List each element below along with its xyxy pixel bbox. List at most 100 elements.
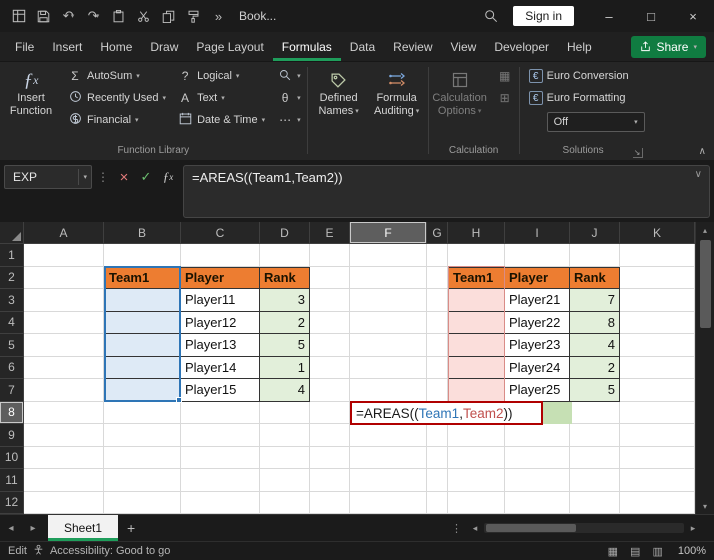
cell-B2[interactable]: Team1: [104, 266, 181, 289]
cell-B7[interactable]: [104, 379, 181, 402]
name-box-resizer[interactable]: ⋮: [97, 170, 109, 184]
euro-formatting-button[interactable]: € Euro Formatting: [525, 87, 645, 109]
cell-K1[interactable]: [620, 244, 695, 267]
cell-F5[interactable]: [350, 334, 427, 357]
row-header-5[interactable]: 5: [0, 334, 24, 357]
sheet-tab-sheet1[interactable]: Sheet1: [48, 515, 119, 541]
cell-C2[interactable]: Player: [181, 266, 260, 289]
cell-E9[interactable]: [310, 424, 350, 447]
cell-C3[interactable]: Player11: [181, 289, 260, 312]
recently-used-button[interactable]: Recently Used ▾: [63, 87, 170, 109]
tab-insert[interactable]: Insert: [43, 32, 91, 61]
formula-input[interactable]: =AREAS((Team1,Team2)) ∨: [183, 165, 710, 218]
cell-I2[interactable]: Player: [505, 266, 570, 289]
cell-I4[interactable]: Player22: [505, 311, 570, 334]
cell-J3[interactable]: 7: [570, 289, 620, 312]
cell-C5[interactable]: Player13: [181, 334, 260, 357]
cell-I12[interactable]: [505, 491, 570, 514]
formula-edit-box[interactable]: =AREAS((Team1, Team2)): [350, 401, 543, 425]
copy-button[interactable]: [156, 4, 181, 28]
sheet-nav-next-icon[interactable]: ▸: [22, 515, 44, 541]
col-header-K[interactable]: K: [620, 222, 695, 244]
cell-I10[interactable]: [505, 446, 570, 469]
cell-J4[interactable]: 8: [570, 311, 620, 334]
share-button[interactable]: Share ▾: [631, 35, 706, 58]
cell-K9[interactable]: [620, 424, 695, 447]
cell-I9[interactable]: [505, 424, 570, 447]
cell-C4[interactable]: Player12: [181, 311, 260, 334]
col-header-G[interactable]: G: [427, 222, 448, 244]
cell-I1[interactable]: [505, 244, 570, 267]
cell-J1[interactable]: [570, 244, 620, 267]
calculation-options-button[interactable]: Calculation Options ▾: [431, 65, 489, 118]
cell-C9[interactable]: [181, 424, 260, 447]
col-header-I[interactable]: I: [505, 222, 570, 244]
cell-C12[interactable]: [181, 491, 260, 514]
cell-B12[interactable]: [104, 491, 181, 514]
row-header-12[interactable]: 12: [0, 491, 24, 514]
cell-G9[interactable]: [427, 424, 448, 447]
row-header-8[interactable]: 8: [0, 401, 24, 424]
cell-C1[interactable]: [181, 244, 260, 267]
name-box-dropdown-icon[interactable]: ▾: [83, 173, 87, 181]
tab-page-layout[interactable]: Page Layout: [187, 32, 272, 61]
name-box[interactable]: EXP ▾: [4, 165, 92, 189]
cell-D12[interactable]: [260, 491, 310, 514]
scroll-down-icon[interactable]: ▾: [703, 498, 707, 514]
cell-E2[interactable]: [310, 266, 350, 289]
cell-E5[interactable]: [310, 334, 350, 357]
search-icon[interactable]: [478, 4, 503, 28]
cell-G1[interactable]: [427, 244, 448, 267]
paste-button[interactable]: [106, 4, 131, 28]
col-header-D[interactable]: D: [260, 222, 310, 244]
calculate-now-button[interactable]: ▦: [493, 65, 517, 87]
normal-view-icon[interactable]: ▦: [605, 545, 621, 558]
page-break-view-icon[interactable]: ▥: [649, 545, 665, 558]
row-header-6[interactable]: 6: [0, 356, 24, 379]
cell-D5[interactable]: 5: [260, 334, 310, 357]
close-button[interactable]: ×: [672, 0, 714, 32]
cell-B4[interactable]: [104, 311, 181, 334]
cell-G3[interactable]: [427, 289, 448, 312]
cell-H2[interactable]: Team1: [448, 266, 505, 289]
vertical-scroll-thumb[interactable]: [699, 240, 711, 328]
tab-review[interactable]: Review: [384, 32, 441, 61]
cell-A4[interactable]: [24, 311, 104, 334]
cell-F7[interactable]: [350, 379, 427, 402]
cell-D7[interactable]: 4: [260, 379, 310, 402]
cell-F4[interactable]: [350, 311, 427, 334]
cell-D1[interactable]: [260, 244, 310, 267]
cell-E1[interactable]: [310, 244, 350, 267]
cell-B8[interactable]: [104, 401, 181, 424]
scroll-up-icon[interactable]: ▴: [703, 222, 707, 238]
tab-help[interactable]: Help: [558, 32, 601, 61]
row-header-9[interactable]: 9: [0, 424, 24, 447]
cell-A8[interactable]: [24, 401, 104, 424]
cell-F11[interactable]: [350, 469, 427, 492]
cell-I7[interactable]: Player25: [505, 379, 570, 402]
insert-function-fx-button[interactable]: ƒx: [158, 166, 178, 188]
tab-home[interactable]: Home: [91, 32, 141, 61]
cell-A3[interactable]: [24, 289, 104, 312]
cell-B11[interactable]: [104, 469, 181, 492]
add-sheet-button[interactable]: +: [118, 515, 144, 541]
scroll-right-icon[interactable]: ▸: [684, 523, 702, 534]
cell-A10[interactable]: [24, 446, 104, 469]
cell-C7[interactable]: Player15: [181, 379, 260, 402]
cell-E12[interactable]: [310, 491, 350, 514]
cell-C8[interactable]: [181, 401, 260, 424]
cell-K6[interactable]: [620, 356, 695, 379]
col-header-J[interactable]: J: [570, 222, 620, 244]
save-icon[interactable]: [31, 4, 56, 28]
cell-E6[interactable]: [310, 356, 350, 379]
maximize-button[interactable]: □: [630, 0, 672, 32]
tab-draw[interactable]: Draw: [141, 32, 187, 61]
row-header-10[interactable]: 10: [0, 446, 24, 469]
cell-I6[interactable]: Player24: [505, 356, 570, 379]
cancel-button[interactable]: ×: [114, 166, 134, 188]
tab-formulas[interactable]: Formulas: [273, 32, 341, 61]
cell-K5[interactable]: [620, 334, 695, 357]
cell-G10[interactable]: [427, 446, 448, 469]
col-header-H[interactable]: H: [448, 222, 505, 244]
row-header-3[interactable]: 3: [0, 289, 24, 312]
